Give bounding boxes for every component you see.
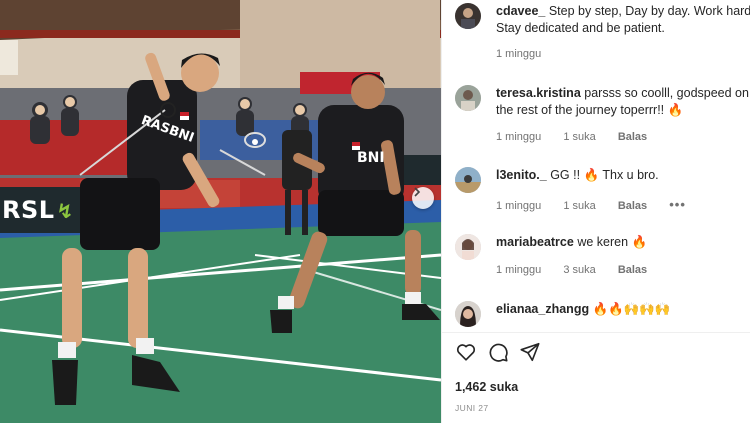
shirt-sponsor-right: BNI xyxy=(357,150,385,166)
reply-button[interactable]: Balas xyxy=(618,131,647,143)
comment-time: 1 minggu xyxy=(496,131,542,143)
rsl-advertising-board: RSL ↯ xyxy=(0,187,80,233)
reply-button[interactable]: Balas xyxy=(618,264,647,276)
comment-likes[interactable]: 1 suka xyxy=(563,200,595,212)
comment-username[interactable]: l3enito._ xyxy=(496,168,547,182)
next-photo-button[interactable] xyxy=(412,187,434,209)
comment-likes[interactable]: 1 suka xyxy=(563,131,595,143)
reply-button[interactable]: Balas xyxy=(618,200,647,212)
avatar[interactable] xyxy=(455,167,481,193)
comment-text: GG !! 🔥 Thx u bro. xyxy=(550,168,659,182)
comment-time: 1 minggu xyxy=(496,200,542,212)
post-date: JUNI 27 xyxy=(455,403,489,413)
comment-time: 1 minggu xyxy=(496,264,542,276)
comment-text: we keren 🔥 xyxy=(577,235,648,249)
comment-username[interactable]: elianaa_zhangg xyxy=(496,302,589,316)
more-options-icon[interactable]: ••• xyxy=(669,197,686,212)
chevron-right-icon xyxy=(414,187,421,197)
likes-count[interactable]: 1,462 suka xyxy=(455,380,518,394)
post-photo[interactable]: RSL ↯ RASBNI BNI xyxy=(0,0,441,423)
avatar[interactable] xyxy=(455,3,481,29)
share-icon[interactable] xyxy=(519,341,541,363)
comment-username[interactable]: cdavee_ xyxy=(496,4,545,18)
heart-icon[interactable] xyxy=(455,341,477,363)
comments-panel: cdavee_ Step by step, Day by day. Work h… xyxy=(441,0,750,423)
comment-username[interactable]: mariabeatrce xyxy=(496,235,574,249)
comment-time: 1 minggu xyxy=(496,48,542,60)
comment-likes[interactable]: 3 suka xyxy=(563,264,595,276)
divider xyxy=(442,332,750,333)
avatar[interactable] xyxy=(455,85,481,111)
comment-text: 🔥🔥🙌🙌🙌 xyxy=(592,302,671,316)
avatar[interactable] xyxy=(455,301,481,327)
avatar[interactable] xyxy=(455,234,481,260)
comment-username[interactable]: teresa.kristina xyxy=(496,86,581,100)
comment-icon[interactable] xyxy=(487,341,509,363)
